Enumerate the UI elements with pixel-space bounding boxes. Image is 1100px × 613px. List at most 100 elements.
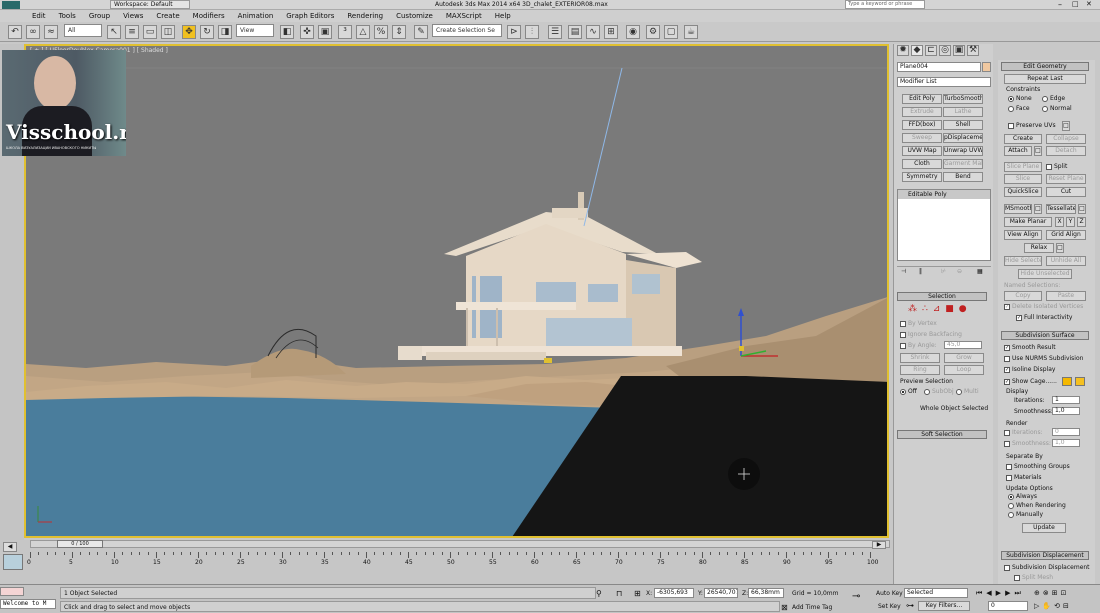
motion-tab-icon[interactable]: ◎ — [939, 45, 951, 56]
collapse-button[interactable]: Collapse — [1046, 134, 1086, 144]
modifier-button-sweep[interactable]: Sweep — [902, 133, 942, 143]
modifier-button-lathe[interactable]: Lathe — [943, 107, 983, 117]
menu-item-modifiers[interactable]: Modifiers — [193, 12, 225, 20]
menu-item-animation[interactable]: Animation — [238, 12, 274, 20]
menu-item-graph-editors[interactable]: Graph Editors — [286, 12, 334, 20]
soft-selection-rollout-header[interactable]: Soft Selection — [897, 430, 987, 439]
constraint-normal-radio[interactable]: Normal — [1042, 105, 1072, 112]
playback-controls[interactable]: ⏮◀▶▶⏭ — [976, 589, 1025, 598]
view-align-button[interactable]: View Align — [1004, 230, 1042, 240]
search-input[interactable]: Type a keyword or phrase — [845, 0, 925, 9]
minimize-icon[interactable]: – — [1058, 0, 1062, 9]
z-coordinate-field[interactable]: 66,38mm — [748, 588, 784, 598]
ring-button[interactable]: Ring — [900, 365, 940, 375]
menu-item-maxscript[interactable]: MAXScript — [446, 12, 482, 20]
cut-button[interactable]: Cut — [1046, 187, 1086, 197]
cage-color-swatch-2[interactable] — [1075, 377, 1085, 386]
angle-snap-icon[interactable]: △ — [356, 25, 370, 39]
menu-item-help[interactable]: Help — [495, 12, 511, 20]
modifier-button-cloth[interactable]: Cloth — [902, 159, 942, 169]
relax-settings-button[interactable]: □ — [1056, 243, 1064, 253]
menu-item-edit[interactable]: Edit — [32, 12, 46, 20]
lock-icon[interactable]: ⊓ — [616, 589, 622, 598]
preview-multi-radio[interactable]: Multi — [956, 388, 979, 395]
smooth-result-checkbox[interactable]: ✓ Smooth Result — [1004, 344, 1056, 351]
select-object-icon[interactable]: ↖ — [107, 25, 121, 39]
curve-editor-icon[interactable]: ∿ — [586, 25, 600, 39]
slice-button[interactable]: Slice — [1004, 174, 1042, 184]
modify-tab-icon[interactable]: ◆ — [911, 45, 923, 56]
show-cage-checkbox[interactable]: ✓ Show Cage...... — [1004, 378, 1057, 385]
subdivision-displacement-checkbox[interactable]: Subdivision Displacement — [1004, 564, 1090, 571]
modifier-button-symmetry[interactable]: Symmetry — [902, 172, 942, 182]
preview-subobj-radio[interactable]: SubObj — [924, 388, 954, 395]
utilities-tab-icon[interactable]: ⚒ — [967, 45, 979, 56]
planar-y-button[interactable]: Y — [1066, 217, 1075, 227]
modifier-button-ffd-box-[interactable]: FFD(box) — [902, 120, 942, 130]
auto-key-button[interactable]: Auto Key — [876, 590, 903, 597]
modifier-button-garment-maker[interactable]: Garment Maker — [943, 159, 983, 169]
edit-named-sets-icon[interactable]: ✎ — [414, 25, 428, 39]
modifier-list-dropdown[interactable]: Modifier List — [897, 77, 991, 87]
iterations-spinner[interactable]: 1 — [1052, 396, 1080, 404]
copy-button[interactable]: Copy — [1004, 291, 1042, 301]
render-smoothness-spinner[interactable]: 1,0 — [1052, 439, 1080, 447]
rect-selection-icon[interactable]: ▭ — [143, 25, 157, 39]
graphite-toggle-icon[interactable]: ▤ — [568, 25, 582, 39]
subobject-level-icons[interactable]: ⁂∴⊿■● — [908, 304, 972, 314]
quickslice-button[interactable]: QuickSlice — [1004, 187, 1042, 197]
maximize-icon[interactable]: □ — [1072, 0, 1079, 8]
display-tab-icon[interactable]: ▣ — [953, 45, 965, 56]
named-selection-dropdown[interactable]: Create Selection Se — [432, 24, 502, 37]
slice-plane-button[interactable]: Slice Plane — [1004, 162, 1042, 172]
selection-lock-icon[interactable]: ⚲ — [596, 589, 602, 598]
full-interactivity-checkbox[interactable]: ✓ Full Interactivity — [1016, 314, 1072, 321]
attach-button[interactable]: Attach — [1004, 146, 1032, 156]
grid-align-button[interactable]: Grid Align — [1046, 230, 1086, 240]
select-manipulate-icon[interactable]: ✜ — [300, 25, 314, 39]
preview-off-radio[interactable]: Off — [900, 388, 917, 395]
next-frame-icon[interactable]: ▶ — [872, 541, 886, 549]
loop-button[interactable]: Loop — [944, 365, 984, 375]
window-crossing-icon[interactable]: ◫ — [161, 25, 175, 39]
create-tab-icon[interactable]: ✹ — [897, 45, 909, 56]
tessellate-button[interactable]: Tessellate — [1046, 204, 1076, 214]
constraint-edge-radio[interactable]: Edge — [1042, 95, 1065, 102]
isoline-display-checkbox[interactable]: ✓ Isoline Display — [1004, 366, 1055, 373]
by-angle-spinner[interactable]: 45,0 — [944, 341, 982, 349]
schematic-view-icon[interactable]: ⊞ — [604, 25, 618, 39]
mini-listener-icon[interactable] — [3, 554, 23, 570]
ignore-backfacing-checkbox[interactable]: Ignore Backfacing — [900, 331, 962, 338]
absolute-mode-icon[interactable]: ⊞ — [634, 589, 641, 598]
cage-color-swatch-1[interactable] — [1062, 377, 1072, 386]
remove-modifier-icon[interactable]: ⊖ — [957, 268, 962, 275]
render-iterations-spinner[interactable]: 0 — [1052, 428, 1080, 436]
make-unique-icon[interactable]: ⊬ — [941, 268, 946, 275]
constraint-none-radio[interactable]: None — [1008, 95, 1032, 102]
menu-item-rendering[interactable]: Rendering — [347, 12, 383, 20]
update-always-radio[interactable]: Always — [1008, 493, 1037, 500]
show-end-result-icon[interactable]: ‖ — [919, 268, 922, 275]
maxscript-listener-pink[interactable] — [0, 587, 24, 596]
tessellate-settings-button[interactable]: □ — [1078, 204, 1086, 214]
app-logo-icon[interactable] — [2, 1, 20, 9]
use-nurms-checkbox[interactable]: Use NURMS Subdivision — [1004, 355, 1083, 362]
modifier-button-edit-poly[interactable]: Edit Poly — [902, 94, 942, 104]
modifier-button-pdisplacement[interactable]: pDisplacement — [943, 133, 983, 143]
material-editor-icon[interactable]: ◉ — [626, 25, 640, 39]
viewport-nav-controls-2[interactable]: ▷✋⟲⊟ — [1034, 602, 1072, 610]
current-frame-field[interactable]: 0 — [988, 601, 1028, 611]
msmooth-button[interactable]: MSmooth — [1004, 204, 1032, 214]
menu-item-create[interactable]: Create — [156, 12, 179, 20]
modifier-button-extrude[interactable]: Extrude — [902, 107, 942, 117]
link-icon[interactable]: ∞ — [26, 25, 40, 39]
rotate-icon[interactable]: ↻ — [200, 25, 214, 39]
time-slider-thumb[interactable]: 0 / 100 — [57, 540, 103, 548]
modifier-button-turbosmooth[interactable]: TurboSmooth — [943, 94, 983, 104]
configure-sets-icon[interactable]: ▦ — [977, 268, 983, 275]
render-production-icon[interactable]: ☕ — [684, 25, 698, 39]
viewport[interactable]: [ + ] [ UFloorDoublex Camera001 ] [ Shad… — [24, 44, 889, 538]
viewport-nav-controls[interactable]: ⊕⊗⊞⊡ — [1034, 589, 1069, 597]
planar-x-button[interactable]: X — [1055, 217, 1064, 227]
selection-rollout-header[interactable]: Selection — [897, 292, 987, 301]
